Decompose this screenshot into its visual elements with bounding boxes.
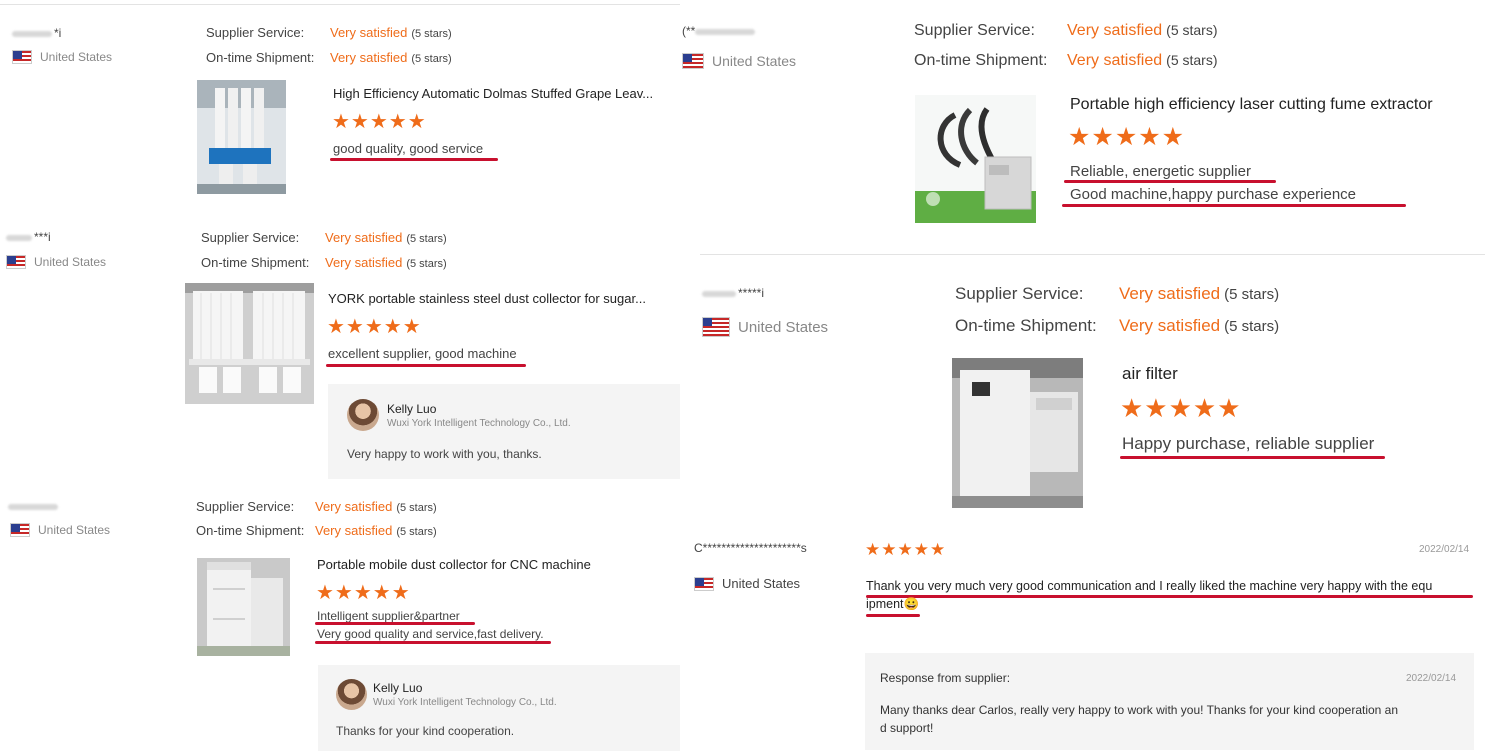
divider xyxy=(0,4,680,5)
ontime-shipment-rating: On-time Shipment: Very satisfied (5 stars) xyxy=(201,255,447,270)
review-comment: Happy purchase, reliable supplier xyxy=(1122,434,1375,453)
highlight-underline xyxy=(1064,180,1276,183)
us-flag-icon xyxy=(702,317,730,337)
supplier-service-rating: Supplier Service: Very satisfied (5 stars) xyxy=(196,499,437,514)
us-flag-icon xyxy=(10,523,30,537)
review-card: *****i United States Supplier Service: Ve… xyxy=(680,255,1485,525)
product-title[interactable]: YORK portable stainless steel dust colle… xyxy=(328,291,662,306)
highlight-underline xyxy=(330,158,498,161)
buyer-name: (** xyxy=(682,24,757,38)
buyer-country: United States xyxy=(702,317,828,337)
reply-company: Wuxi York Intelligent Technology Co., Lt… xyxy=(387,418,571,429)
us-flag-icon xyxy=(694,576,714,591)
review-card: C*********************s United States ★★… xyxy=(680,525,1485,755)
highlight-underline xyxy=(866,595,1473,598)
review-comment: Reliable, energetic supplier xyxy=(1070,163,1251,180)
buyer-name: *i xyxy=(12,26,61,40)
highlight-underline xyxy=(866,614,920,617)
product-title[interactable]: Portable mobile dust collector for CNC m… xyxy=(317,557,647,572)
product-image[interactable] xyxy=(185,283,314,404)
review-comment: good quality, good service xyxy=(333,141,484,156)
reply-company: Wuxi York Intelligent Technology Co., Lt… xyxy=(373,697,557,708)
buyer-country: United States xyxy=(6,255,106,269)
buyer-name: ***i xyxy=(6,230,51,244)
buyer-country: United States xyxy=(694,576,800,591)
buyer-country: United States xyxy=(10,523,110,537)
supplier-avatar xyxy=(336,679,367,710)
ontime-shipment-rating: On-time Shipment: Very satisfied (5 stars) xyxy=(196,523,437,538)
supplier-avatar xyxy=(347,399,379,431)
review-date: 2022/02/14 xyxy=(1419,544,1470,555)
star-rating-icon: ★★★★★ xyxy=(316,582,411,604)
us-flag-icon xyxy=(6,255,26,269)
supplier-service-rating: Supplier Service: Very satisfied (5 stars) xyxy=(955,284,1280,303)
supplier-reply: Kelly Luo Wuxi York Intelligent Technolo… xyxy=(318,665,680,751)
supplier-service-rating: Supplier Service: Very satisfied (5 stars) xyxy=(201,230,447,245)
highlight-underline xyxy=(1120,456,1385,459)
star-rating-icon: ★★★★★ xyxy=(327,316,422,338)
product-title[interactable]: Portable high efficiency laser cutting f… xyxy=(1070,96,1470,114)
review-card: (** United States Supplier Service: Very … xyxy=(680,0,1485,255)
highlight-underline xyxy=(326,364,526,367)
response-message: Many thanks dear Carlos, really very hap… xyxy=(880,703,1399,717)
review-comment: excellent supplier, good machine xyxy=(328,346,517,361)
review-card: *i United States Supplier Service: Very s… xyxy=(0,0,680,210)
ontime-shipment-rating: On-time Shipment: Very satisfied (5 stars) xyxy=(955,316,1280,335)
product-image[interactable] xyxy=(952,358,1083,508)
ontime-shipment-rating: On-time Shipment: Very satisfied (5 stars) xyxy=(914,52,1218,69)
buyer-name: C*********************s xyxy=(694,541,807,555)
response-message: d support! xyxy=(880,721,934,735)
highlight-underline xyxy=(1062,204,1406,207)
review-comment: Good machine,happy purchase experience xyxy=(1070,186,1357,203)
product-image[interactable] xyxy=(197,558,290,656)
star-rating-icon: ★★★★★ xyxy=(865,540,947,559)
buyer-name: *****i xyxy=(702,286,764,300)
us-flag-icon xyxy=(12,50,32,64)
reply-message: Very happy to work with you, thanks. xyxy=(347,447,542,461)
product-title[interactable]: High Efficiency Automatic Dolmas Stuffed… xyxy=(333,86,667,101)
us-flag-icon xyxy=(682,53,704,69)
review-comment: Thank you very much very good communicat… xyxy=(866,579,1433,593)
supplier-service-rating: Supplier Service: Very satisfied (5 stars) xyxy=(914,22,1218,39)
buyer-country: United States xyxy=(682,53,796,69)
response-label: Response from supplier: xyxy=(880,671,1011,685)
product-title[interactable]: air filter xyxy=(1122,364,1422,384)
reply-message: Thanks for your kind cooperation. xyxy=(336,724,515,738)
reply-author-name: Kelly Luo xyxy=(373,681,423,695)
review-comment: ipment😀 xyxy=(866,597,920,611)
review-card: ***i United States Supplier Service: Very… xyxy=(0,210,680,485)
reply-author-name: Kelly Luo xyxy=(387,402,437,416)
highlight-underline xyxy=(315,622,475,625)
supplier-service-rating: Supplier Service: Very satisfied (5 stars) xyxy=(206,25,452,40)
response-date: 2022/02/14 xyxy=(1406,673,1457,684)
review-card: United States Supplier Service: Very sati… xyxy=(0,485,680,755)
supplier-reply: Kelly Luo Wuxi York Intelligent Technolo… xyxy=(328,384,680,479)
buyer-country: United States xyxy=(12,50,112,64)
supplier-response: Response from supplier: 2022/02/14 Many … xyxy=(865,653,1474,750)
ontime-shipment-rating: On-time Shipment: Very satisfied (5 stars) xyxy=(206,50,452,65)
buyer-name xyxy=(8,499,60,513)
review-comment: Very good quality and service,fast deliv… xyxy=(317,627,544,641)
star-rating-icon: ★★★★★ xyxy=(1120,393,1242,423)
product-image[interactable] xyxy=(915,95,1036,223)
star-rating-icon: ★★★★★ xyxy=(1068,123,1186,151)
star-rating-icon: ★★★★★ xyxy=(332,111,427,133)
highlight-underline xyxy=(315,641,551,644)
product-image[interactable] xyxy=(197,80,286,194)
review-comment: Intelligent supplier&partner xyxy=(317,609,460,623)
